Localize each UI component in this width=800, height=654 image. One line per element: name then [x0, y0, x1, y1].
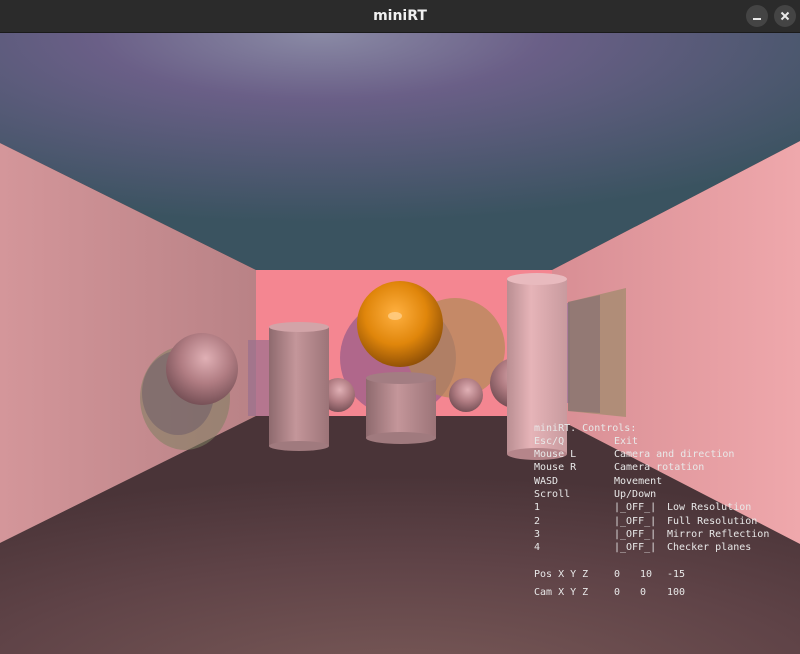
toggle-label: Mirror Reflection: [667, 529, 770, 540]
control-action: Up/Down: [614, 489, 657, 500]
orange-sphere-highlight: [388, 312, 402, 320]
cam-y: 0: [640, 587, 647, 598]
cam-z: 100: [667, 587, 686, 598]
small-sphere-mid: [449, 378, 483, 412]
shadow-slab: [248, 340, 270, 416]
cam-label: Cam X Y Z: [534, 587, 589, 598]
pos-z: -15: [667, 569, 686, 580]
close-icon: [780, 11, 790, 21]
left-cylinder-bottom: [269, 441, 329, 451]
tall-cylinder-top: [507, 273, 567, 285]
close-button[interactable]: [774, 5, 796, 27]
control-action: Exit: [614, 436, 639, 447]
control-action: Movement: [614, 476, 663, 487]
toggle-key: 1: [534, 502, 541, 513]
app-window: miniRT miniRT. Controls: Esc/Q Exit Mous…: [0, 0, 800, 654]
left-cylinder-body: [269, 327, 329, 446]
minimize-icon: [753, 18, 761, 20]
left-pink-sphere: [166, 333, 238, 405]
toggle-state: |_OFF_|: [614, 529, 657, 540]
toggle-key: 4: [534, 542, 541, 553]
short-cylinder-bottom: [366, 432, 436, 444]
render-viewport[interactable]: miniRT. Controls: Esc/Q Exit Mouse L Cam…: [0, 33, 800, 654]
controls-heading: miniRT. Controls:: [534, 423, 637, 434]
left-cylinder-top: [269, 322, 329, 332]
toggle-label: Low Resolution: [667, 502, 752, 513]
control-key: Esc/Q: [534, 436, 565, 447]
cam-x: 0: [614, 587, 621, 598]
toggle-state: |_OFF_|: [614, 516, 657, 527]
control-action: Camera rotation: [614, 462, 705, 473]
minimize-button[interactable]: [746, 5, 768, 27]
pos-y: 10: [640, 569, 653, 580]
controls-overlay: miniRT. Controls: Esc/Q Exit Mouse L Cam…: [534, 422, 796, 652]
title-bar[interactable]: miniRT: [0, 0, 800, 33]
control-key: Scroll: [534, 489, 571, 500]
pos-x: 0: [614, 569, 621, 580]
toggle-label: Checker planes: [667, 542, 752, 553]
orange-sphere: [357, 281, 443, 367]
toggle-key: 3: [534, 529, 541, 540]
control-key: Mouse L: [534, 449, 577, 460]
toggle-label: Full Resolution: [667, 516, 758, 527]
toggle-state: |_OFF_|: [614, 502, 657, 513]
toggle-state: |_OFF_|: [614, 542, 657, 553]
short-cylinder-top: [366, 372, 436, 384]
window-title: miniRT: [373, 8, 427, 24]
short-cylinder-body: [366, 378, 436, 438]
control-action: Camera and direction: [614, 449, 735, 460]
right-wall-shadow-inner: [568, 295, 600, 413]
pos-label: Pos X Y Z: [534, 569, 589, 580]
toggle-key: 2: [534, 516, 541, 527]
control-key: Mouse R: [534, 462, 577, 473]
control-key: WASD: [534, 476, 559, 487]
